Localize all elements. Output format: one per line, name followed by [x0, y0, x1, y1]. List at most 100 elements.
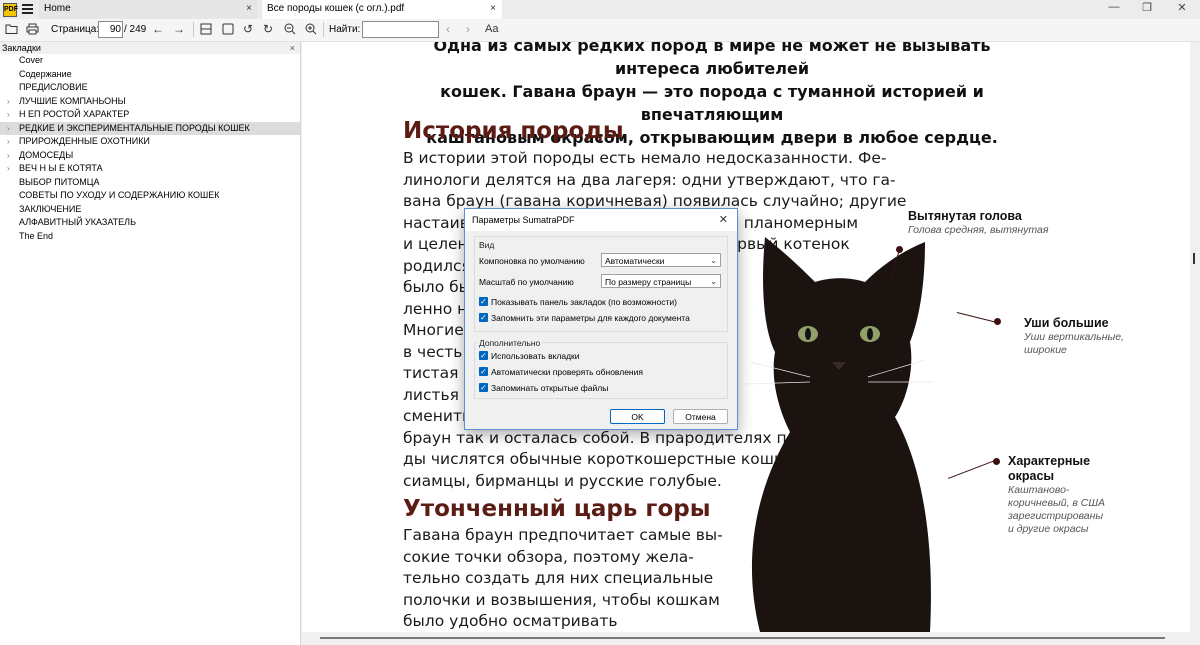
- bookmark-item[interactable]: › ЛУЧШИЕ КОМПАНЬОНЫ: [0, 95, 300, 109]
- find-label: Найти:: [329, 24, 361, 35]
- bookmark-item[interactable]: Содержание: [0, 68, 300, 82]
- checkmark-icon: ✓: [479, 367, 488, 376]
- page-label: Страница:: [51, 24, 100, 35]
- section-body: Гавана браун предпочитает самые вы-сокие…: [403, 525, 723, 632]
- bookmark-label: Н ЕП РОСТОЙ ХАРАКТЕР: [19, 109, 130, 119]
- menu-icon[interactable]: [22, 4, 33, 14]
- dialog-title: Параметры SumatraPDF: [472, 215, 575, 225]
- expand-arrow-icon[interactable]: ›: [7, 135, 10, 149]
- text-line: В истории этой породы есть немало недоск…: [403, 149, 887, 167]
- next-page-icon[interactable]: →: [173, 22, 185, 36]
- remember-files-checkbox[interactable]: ✓ Запоминать открытые файлы: [479, 383, 608, 393]
- layout-select[interactable]: Автоматически ⌄: [601, 253, 721, 267]
- tab-label: Home: [44, 3, 71, 14]
- bookmark-item[interactable]: › ДОМОСЕДЫ: [0, 149, 300, 163]
- find-next-icon[interactable]: ›: [466, 22, 470, 36]
- find-previous-icon[interactable]: ‹: [446, 22, 450, 36]
- bookmarks-header: Закладки ×: [0, 42, 300, 54]
- zoom-value: По размеру страницы: [605, 277, 692, 287]
- expand-arrow-icon[interactable]: ›: [7, 149, 10, 163]
- remember-settings-checkbox[interactable]: ✓ Запомнить эти параметры для каждого док…: [479, 313, 690, 323]
- scroll-track[interactable]: [320, 637, 1165, 639]
- bookmark-label: ВЫБОР ПИТОМЦА: [19, 176, 100, 187]
- bookmark-label: РЕДКИЕ И ЭКСПЕРИМЕНТАЛЬНЫЕ ПОРОДЫ КОШЕК: [19, 122, 250, 133]
- bookmark-item[interactable]: › Н ЕП РОСТОЙ ХАРАКТЕР: [0, 108, 300, 122]
- minimize-button[interactable]: —: [1104, 1, 1124, 13]
- fit-width-icon[interactable]: [222, 23, 234, 35]
- bookmark-item[interactable]: СОВЕТЫ ПО УХОДУ И СОДЕРЖАНИЮ КОШЕК: [0, 189, 300, 203]
- lead-line: Одна из самых редких пород в мире не мож…: [433, 42, 991, 78]
- text-line: сокие точки обзора, поэтому жела-: [403, 547, 694, 566]
- cat-image: [744, 237, 932, 632]
- horizontal-scrollbar[interactable]: [302, 632, 1190, 645]
- annotation-colors: Характерные окрасы Каштаново- коричневый…: [1008, 454, 1106, 535]
- bookmark-label: Содержание: [19, 68, 72, 79]
- expand-arrow-icon[interactable]: ›: [7, 108, 10, 122]
- title-bar: PDF Home × Все породы кошек (с огл.).pdf…: [0, 0, 1200, 19]
- expand-arrow-icon[interactable]: ›: [7, 95, 10, 109]
- annotation-head: Вытянутая голова Голова средняя, вытянут…: [908, 209, 1049, 236]
- bookmarks-title: Закладки: [2, 43, 41, 53]
- find-input[interactable]: [362, 21, 439, 38]
- document-view[interactable]: Одна из самых редких пород в мире не мож…: [302, 42, 1190, 632]
- expand-arrow-icon[interactable]: ›: [7, 162, 10, 176]
- bookmark-item[interactable]: ЗАКЛЮЧЕНИЕ: [0, 203, 300, 217]
- checkmark-icon: ✓: [479, 383, 488, 392]
- bookmark-item[interactable]: › ВЕЧ Н Ы Е КОТЯТА: [0, 162, 300, 176]
- checkmark-icon: ✓: [479, 351, 488, 360]
- dialog-title-bar: Параметры SumatraPDF ✕: [465, 209, 737, 231]
- section-heading: Утонченный царь горы: [403, 496, 711, 522]
- tab-document[interactable]: Все породы кошек (с огл.).pdf ×: [262, 0, 502, 19]
- fit-page-icon[interactable]: [200, 23, 212, 35]
- text-line: тельно создать для них специальные: [403, 569, 714, 587]
- check-updates-checkbox[interactable]: ✓ Автоматически проверять обновления: [479, 367, 643, 377]
- match-case-icon[interactable]: Aa: [485, 22, 498, 36]
- bookmark-label: ПРИРОЖДЕННЫЕ ОХОТНИКИ: [19, 136, 150, 146]
- zoom-in-icon[interactable]: [305, 23, 317, 35]
- expand-arrow-icon[interactable]: ›: [7, 122, 10, 136]
- close-window-button[interactable]: ✕: [1172, 1, 1192, 14]
- text-line: было удобно осматривать: [403, 612, 618, 630]
- text-line: Гавана браун предпочитает самые вы-: [403, 526, 723, 544]
- open-folder-icon[interactable]: [5, 23, 18, 35]
- bookmark-item[interactable]: Cover: [0, 54, 300, 68]
- chevron-down-icon: ⌄: [710, 256, 717, 265]
- bookmark-item[interactable]: АЛФАВИТНЫЙ УКАЗАТЕЛЬ: [0, 216, 300, 230]
- vertical-scrollbar[interactable]: [1190, 42, 1200, 645]
- maximize-button[interactable]: ❐: [1137, 1, 1157, 14]
- layout-value: Автоматически: [605, 256, 665, 266]
- ok-button[interactable]: OK: [610, 409, 665, 424]
- tab-home[interactable]: Home ×: [39, 0, 258, 19]
- page-total: / 249: [124, 24, 147, 35]
- text-line: полочки и возвышения, чтобы кошкам: [403, 590, 720, 609]
- close-tab-icon[interactable]: ×: [246, 0, 252, 18]
- bookmarks-panel: Закладки × Cover Содержание ПРЕДИСЛОВИЕ › ЛУ…: [0, 42, 301, 645]
- bookmark-item[interactable]: › РЕДКИЕ И ЭКСПЕРИМЕНТАЛЬНЫЕ ПОРОДЫ КОШЕК: [0, 121, 300, 136]
- section-heading: История породы: [403, 118, 624, 144]
- scroll-thumb[interactable]: [1193, 253, 1195, 264]
- bookmark-item[interactable]: ПРЕДИСЛОВИЕ: [0, 81, 300, 95]
- dialog-close-icon[interactable]: ✕: [719, 209, 728, 231]
- close-panel-icon[interactable]: ×: [290, 42, 295, 54]
- rotate-right-icon[interactable]: ↻: [263, 22, 273, 36]
- extra-group-label: Дополнительно: [477, 338, 543, 348]
- show-bookmarks-checkbox[interactable]: ✓ Показывать панель закладок (по возможно…: [479, 297, 677, 307]
- bookmark-item[interactable]: ВЫБОР ПИТОМЦА: [0, 176, 300, 190]
- previous-page-icon[interactable]: ←: [152, 22, 164, 36]
- cancel-button[interactable]: Отмена: [673, 409, 728, 424]
- close-tab-icon[interactable]: ×: [490, 0, 496, 18]
- bookmark-item[interactable]: The End: [0, 230, 300, 244]
- bookmark-label: ЛУЧШИЕ КОМПАНЬОНЫ: [19, 95, 126, 106]
- bookmark-label: Cover: [19, 55, 44, 65]
- bookmark-label: АЛФАВИТНЫЙ УКАЗАТЕЛЬ: [19, 217, 136, 227]
- annotation-ears: Уши большие Уши вертикальные, широкие: [1024, 316, 1124, 356]
- zoom-out-icon[interactable]: [284, 23, 296, 35]
- page-number-input[interactable]: 90: [98, 21, 123, 38]
- rotate-left-icon[interactable]: ↺: [243, 22, 253, 36]
- bookmark-item[interactable]: › ПРИРОЖДЕННЫЕ ОХОТНИКИ: [0, 135, 300, 149]
- zoom-select[interactable]: По размеру страницы ⌄: [601, 274, 721, 288]
- bookmark-label: The End: [19, 230, 54, 241]
- use-tabs-checkbox[interactable]: ✓ Использовать вкладки: [479, 351, 580, 361]
- app-logo-icon: PDF: [3, 3, 18, 17]
- print-icon[interactable]: [26, 23, 39, 35]
